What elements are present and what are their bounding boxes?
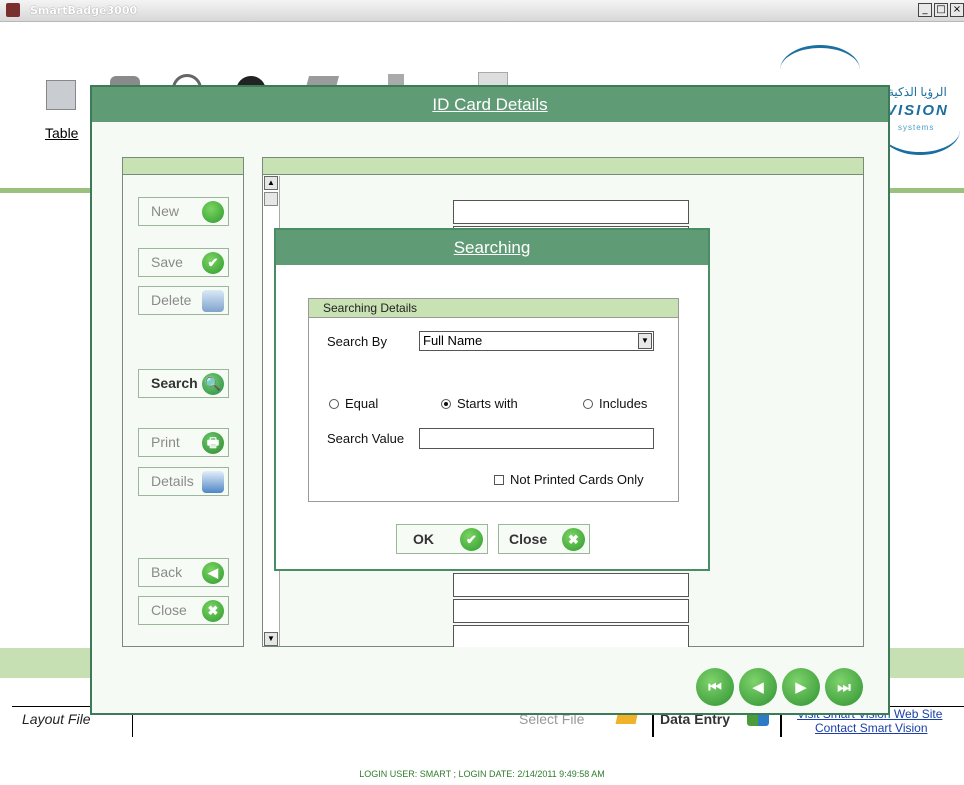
search-value-label: Search Value [327,431,405,446]
searching-details-group: Searching Details Search By Full Name ▼ … [308,298,679,502]
record-navigation: ⏮ ◀ ▶ ⏭ [696,668,863,706]
not-printed-label: Not Printed Cards Only [510,472,644,487]
back-button[interactable]: Back ◀ [138,558,229,587]
delete-button[interactable]: Delete [138,286,229,315]
close-button[interactable]: Close ✖ [138,596,229,625]
ok-label: OK [413,531,434,547]
printer-icon: 🖶 [202,432,224,454]
logo-arabic-text: الرؤيا الذكية [888,85,947,99]
card-field-input[interactable] [453,625,689,647]
checkbox-icon[interactable] [494,474,504,485]
ok-button[interactable]: OK ✔ [396,524,488,554]
radio-equal-label: Equal [345,396,379,411]
searching-dialog: Searching Searching Details Search By Fu… [274,228,710,571]
radio-starts-with-label: Starts with [457,396,518,411]
trash-bin-icon [202,290,224,312]
close-icon: ✖ [562,528,585,551]
maximize-button[interactable]: □ [934,3,948,17]
search-value-input[interactable] [419,428,654,449]
app-title: SmartBadge3000 [30,4,138,17]
table-link[interactable]: Table [45,125,78,141]
save-label: Save [151,254,183,270]
radio-equal[interactable]: Equal [329,396,378,411]
search-dialog-title-bar: Searching [276,230,708,265]
back-label: Back [151,564,183,580]
chevron-down-icon[interactable]: ▼ [638,333,652,349]
contact-link[interactable]: Contact Smart Vision [815,721,928,735]
new-label: New [151,203,180,219]
card-field-input[interactable] [453,200,689,224]
search-by-label: Search By [327,334,387,349]
scroll-up-arrow-icon[interactable]: ▲ [264,176,278,190]
new-button[interactable]: New [138,197,229,226]
print-label: Print [151,434,180,450]
not-printed-checkbox[interactable]: Not Printed Cards Only [494,472,644,487]
save-button[interactable]: Save ✔ [138,248,229,277]
back-arrow-icon: ◀ [202,562,224,584]
close-label: Close [151,602,187,618]
close-label: Close [509,531,548,547]
logo-systems-text: systems [898,123,935,132]
login-status: LOGIN USER: SMART ; LOGIN DATE: 2/14/201… [359,769,605,779]
print-button[interactable]: Print 🖶 [138,428,229,457]
new-icon [202,201,224,223]
checkmark-icon: ✔ [202,252,224,274]
checkmark-icon: ✔ [460,528,483,551]
details-icon [202,471,224,493]
dialog-title: ID Card Details [432,95,548,114]
card-field-input[interactable] [453,599,689,623]
group-title: Searching Details [309,299,678,318]
radio-button-selected-icon[interactable] [441,398,451,409]
panel-header [263,158,863,175]
radio-includes[interactable]: Includes [583,396,647,411]
window-controls: _ □ × [918,3,964,17]
first-record-icon[interactable]: ⏮ [696,668,734,706]
close-window-button[interactable]: × [950,3,964,17]
logo-vision-text: VISION [886,102,949,119]
scroll-thumb[interactable] [264,192,278,206]
search-button[interactable]: Search 🔍 [138,369,229,398]
search-by-value: Full Name [423,333,483,348]
delete-label: Delete [151,292,192,308]
search-by-select[interactable]: Full Name ▼ [419,331,654,351]
layout-file-label: Layout File [22,711,91,727]
next-record-icon[interactable]: ▶ [782,668,820,706]
details-button[interactable]: Details [138,467,229,496]
magnifier-icon: 🔍 [202,373,224,395]
app-titlebar: SmartBadge3000 _ □ × [0,0,964,22]
radio-button-icon[interactable] [329,398,339,409]
details-label: Details [151,473,194,489]
close-icon: ✖ [202,600,224,622]
search-dialog-title: Searching [453,238,531,257]
radio-button-icon[interactable] [583,398,593,409]
search-label: Search [151,375,198,391]
panel-header [123,158,243,175]
app-icon [6,3,20,17]
last-record-icon[interactable]: ⏭ [825,668,863,706]
dialog-title-bar: ID Card Details [92,87,888,122]
radio-starts-with[interactable]: Starts with [441,396,518,411]
minimize-button[interactable]: _ [918,3,932,17]
search-close-button[interactable]: Close ✖ [498,524,590,554]
table-icon[interactable] [46,80,76,110]
previous-record-icon[interactable]: ◀ [739,668,777,706]
card-field-input[interactable] [453,573,689,597]
radio-includes-label: Includes [599,396,648,411]
scroll-down-arrow-icon[interactable]: ▼ [264,632,278,646]
